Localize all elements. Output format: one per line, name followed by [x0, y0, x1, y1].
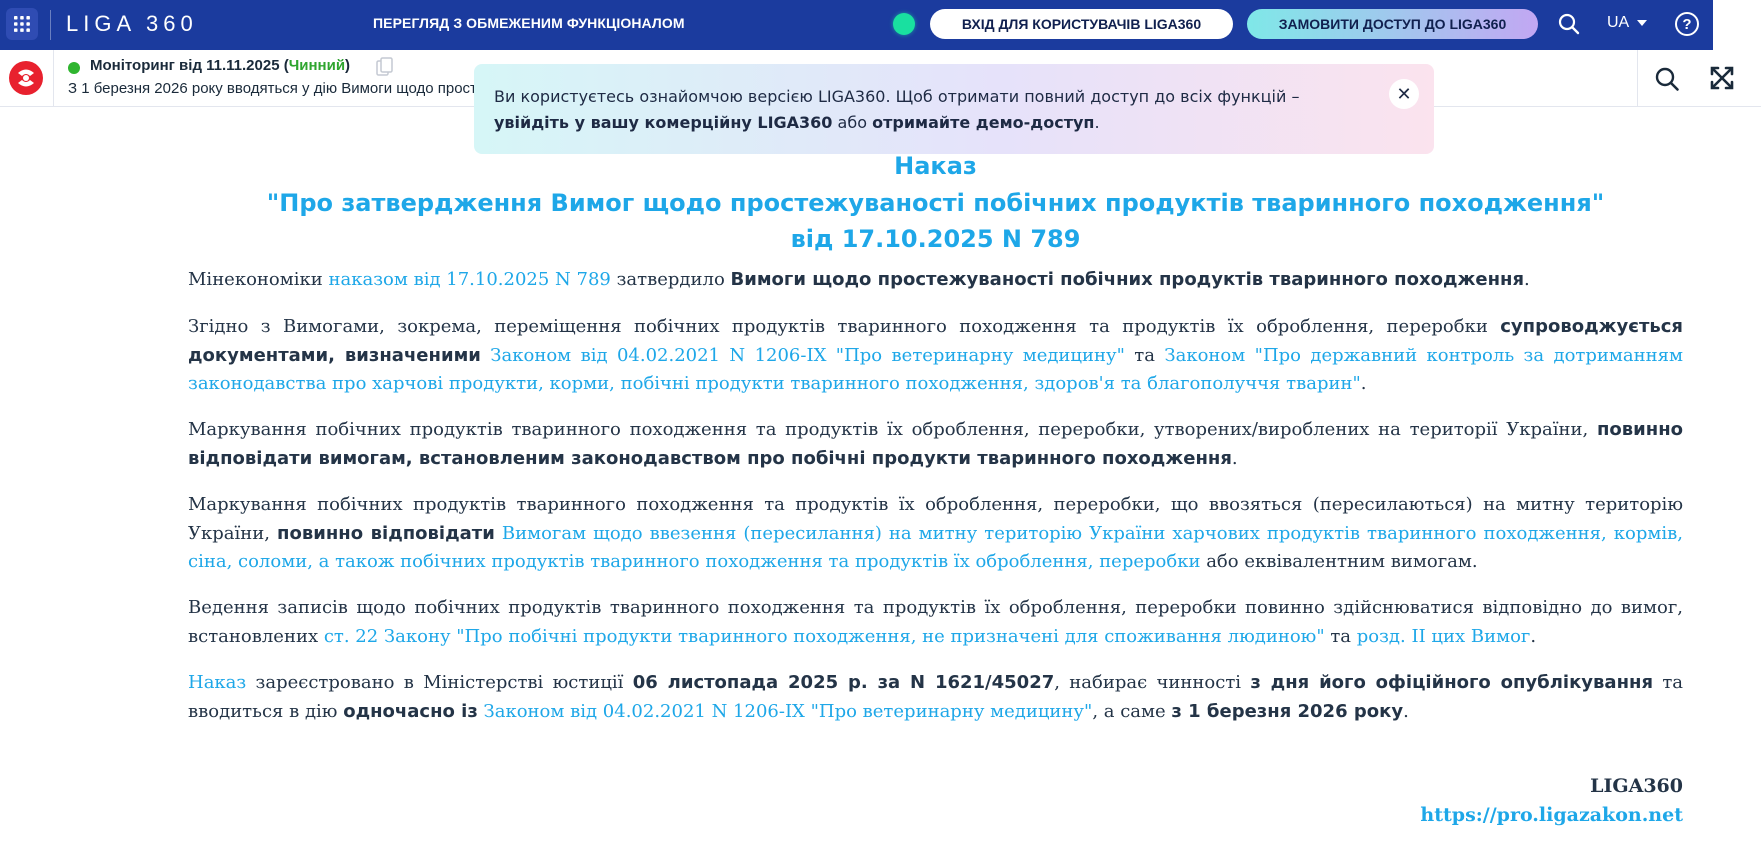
- brand-divider: [50, 10, 51, 40]
- paragraph-bold: з 1 березня 2026 року: [1171, 700, 1404, 722]
- paragraph-6: Наказ зареєстровано в Міністерстві юстиц…: [188, 669, 1683, 726]
- paragraph-text: або еквівалентним вимогам.: [1200, 551, 1478, 572]
- paragraph-bold: з дня його офіційного опублікування: [1250, 672, 1654, 693]
- paragraph-5: Ведення записів щодо побічних продуктів …: [188, 594, 1683, 651]
- article-22-link[interactable]: ст. 22 Закону "Про побічні продукти твар…: [324, 626, 1325, 647]
- restricted-mode-label: ПЕРЕГЛЯД З ОБМЕЖЕНИМ ФУНКЦІОНАЛОМ: [373, 15, 685, 31]
- help-icon[interactable]: ?: [1675, 12, 1699, 36]
- status-indicator-icon: [893, 13, 915, 35]
- paragraph-bold: повинно відповідати: [277, 522, 495, 544]
- paragraph-text: .: [1524, 269, 1530, 290]
- notice-demo-link[interactable]: отримайте демо-доступ: [872, 113, 1094, 132]
- paragraph-3: Маркування побічних продуктів тваринного…: [188, 416, 1683, 473]
- paragraph-text: та: [1124, 344, 1165, 366]
- paragraph-text: затвердило: [610, 269, 731, 290]
- paragraph-text: та: [1324, 625, 1357, 647]
- paragraph-text: .: [1231, 447, 1238, 469]
- signature-link[interactable]: https://pro.ligazakon.net: [1300, 800, 1683, 830]
- notice-message: Ви користуєтесь ознайомчою версією LIGA3…: [494, 87, 1300, 106]
- paragraph-2: Згідно з Вимогами, зокрема, переміщення …: [188, 313, 1683, 399]
- monitoring-title-suffix: ): [345, 57, 351, 74]
- paragraph-text: .: [1403, 700, 1409, 722]
- search-icon[interactable]: [1557, 12, 1581, 36]
- paragraph-4: Маркування побічних продуктів тваринного…: [188, 491, 1683, 577]
- close-icon[interactable]: ✕: [1389, 79, 1419, 109]
- vet-law-link-2[interactable]: Законом від 04.02.2021 N 1206-IX "Про ве…: [484, 701, 1093, 722]
- paragraph-text: , набирає чинності: [1054, 672, 1251, 693]
- notice-end: .: [1094, 113, 1100, 132]
- order-link[interactable]: наказом від 17.10.2025 N 789: [328, 269, 610, 290]
- monitoring-ticker[interactable]: З 1 березня 2026 року вводяться у дію Ви…: [68, 80, 488, 97]
- paragraph-bold: одночасно із: [343, 700, 478, 722]
- signature: LIGA360: [1590, 775, 1683, 797]
- brand-logo[interactable]: LIGA 360: [66, 11, 198, 37]
- monitoring-title[interactable]: Моніторинг від 11.11.2025 (Чинний): [90, 57, 350, 74]
- notice-login-link[interactable]: увійдіть у вашу комерційну LIGA360: [494, 113, 832, 132]
- paragraph-text: .: [1360, 373, 1367, 394]
- paragraph-text: [481, 345, 490, 366]
- section-2-link[interactable]: розд. II цих Вимог: [1357, 626, 1531, 647]
- paragraph-text: .: [1530, 625, 1537, 647]
- paragraph-text: Згідно з Вимогами, зокрема, переміщення …: [188, 316, 1501, 337]
- document-search-icon[interactable]: [1654, 66, 1680, 92]
- language-selector[interactable]: UA: [1607, 14, 1648, 32]
- document-date-heading: від 17.10.2025 N 789: [790, 225, 1081, 253]
- paragraph-text: Маркування побічних продуктів тваринного…: [188, 419, 1597, 440]
- valid-status-icon: [68, 62, 80, 74]
- vet-law-link[interactable]: Законом від 04.02.2021 N 1206-IX "Про ве…: [490, 345, 1125, 366]
- trial-notice-popup: Ви користуєтесь ознайомчою версією LIGA3…: [474, 64, 1434, 154]
- top-right-strip: [1713, 0, 1761, 50]
- expand-icon[interactable]: [1708, 64, 1736, 92]
- paragraph-bold: Вимоги щодо простежуваності побічних про…: [730, 269, 1525, 290]
- top-navigation-bar: LIGA 360 ПЕРЕГЛЯД З ОБМЕЖЕНИМ ФУНКЦІОНАЛ…: [0, 0, 1761, 50]
- paragraph-bold: 06 листопада 2025 р. за N 1621/45027: [632, 672, 1055, 693]
- subbar-divider-right: [1637, 50, 1638, 107]
- chevron-down-icon: [1637, 20, 1648, 26]
- notice-text: Ви користуєтесь ознайомчою версією LIGA3…: [494, 84, 1364, 136]
- liga-logo-icon[interactable]: [8, 60, 44, 96]
- paragraph-text: , а саме: [1092, 700, 1172, 722]
- language-label: UA: [1607, 14, 1630, 31]
- document-title-heading: "Про затвердження Вимог щодо простежуван…: [266, 189, 1605, 217]
- copy-icon[interactable]: [374, 56, 396, 78]
- login-button[interactable]: ВХІД ДЛЯ КОРИСТУВАЧІВ LIGA360: [930, 9, 1233, 39]
- paragraph-1: Мінекономіки наказом від 17.10.2025 N 78…: [188, 266, 1683, 295]
- paragraph-text: Мінекономіки: [188, 269, 329, 290]
- notice-or: або: [837, 113, 867, 132]
- apps-grid-icon[interactable]: [6, 8, 38, 40]
- order-access-button[interactable]: ЗАМОВИТИ ДОСТУП ДО LIGA360: [1247, 9, 1538, 39]
- subbar-divider: [53, 50, 54, 107]
- order-short-link[interactable]: Наказ: [188, 672, 246, 693]
- paragraph-text: зареєстровано в Міністерстві юстиції: [246, 672, 633, 693]
- monitoring-date: Моніторинг від 11.11.2025 (: [90, 57, 289, 74]
- paragraph-text: [495, 523, 502, 544]
- status-badge: Чинний: [288, 57, 346, 74]
